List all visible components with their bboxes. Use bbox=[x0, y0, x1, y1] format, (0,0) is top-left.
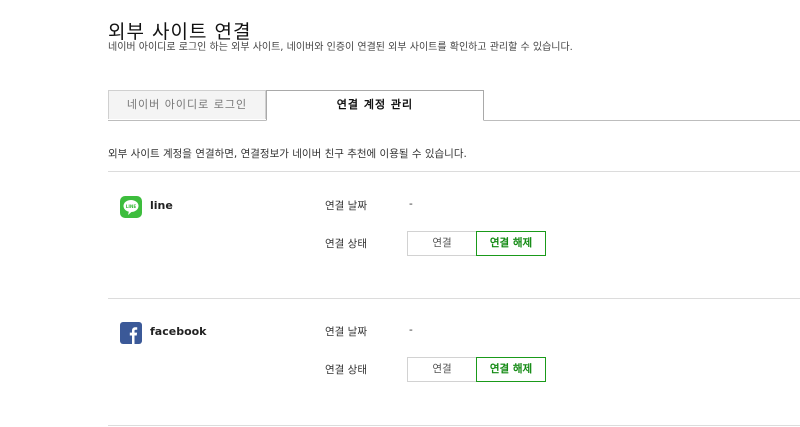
account-row-line: LINE line 연결 날짜 - 연결 상태 연결 연결 해제 bbox=[108, 172, 800, 298]
connect-date-value: - bbox=[409, 324, 413, 336]
svg-text:LINE: LINE bbox=[126, 204, 137, 209]
connect-date-label: 연결 날짜 bbox=[325, 326, 367, 338]
disconnect-button[interactable]: 연결 해제 bbox=[476, 357, 546, 382]
connect-date-label: 연결 날짜 bbox=[325, 200, 367, 212]
service-name: line bbox=[150, 199, 173, 212]
divider bbox=[108, 425, 800, 426]
connect-status-label: 연결 상태 bbox=[325, 238, 367, 250]
disconnect-button[interactable]: 연결 해제 bbox=[476, 231, 546, 256]
account-row-facebook: facebook 연결 날짜 - 연결 상태 연결 연결 해제 bbox=[108, 298, 800, 424]
connect-button[interactable]: 연결 bbox=[407, 357, 477, 382]
facebook-icon bbox=[120, 322, 142, 344]
tab-linked-account-management[interactable]: 연결 계정 관리 bbox=[266, 90, 484, 121]
connect-button[interactable]: 연결 bbox=[407, 231, 477, 256]
notice-text: 외부 사이트 계정을 연결하면, 연결정보가 네이버 친구 추천에 이용될 수 … bbox=[108, 148, 467, 160]
connect-status-label: 연결 상태 bbox=[325, 364, 367, 376]
service-name: facebook bbox=[150, 325, 207, 338]
line-icon: LINE bbox=[120, 196, 142, 218]
connect-date-value: - bbox=[409, 198, 413, 210]
tab-bar: 네이버 아이디로 로그인 연결 계정 관리 bbox=[108, 90, 800, 121]
tab-naver-id-login[interactable]: 네이버 아이디로 로그인 bbox=[108, 90, 266, 119]
page-description: 네이버 아이디로 로그인 하는 외부 사이트, 네이버와 인증이 연결된 외부 … bbox=[108, 42, 573, 53]
